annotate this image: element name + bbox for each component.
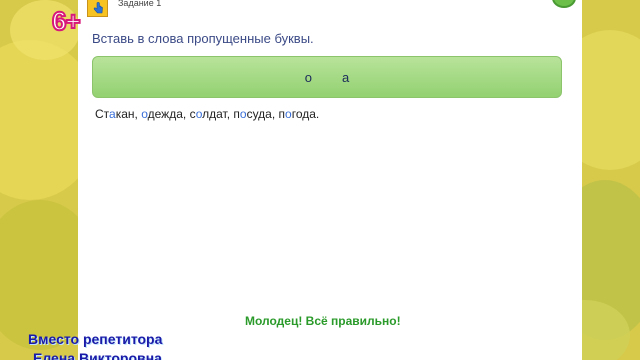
exercise-panel [78,0,582,360]
answer-sentence: Стакан, одежда, солдат, посуда, погода. [95,107,320,121]
word: одежда [141,107,183,121]
word: Стакан [95,107,135,121]
instruction-text: Вставь в слова пропущенные буквы. [92,31,314,46]
task-label: Задание 1 [118,0,162,8]
hand-pointer-icon [87,0,108,17]
word: солдат [189,107,227,121]
letter-option[interactable]: а [342,70,349,85]
letter-option[interactable]: о [305,70,312,85]
inserted-letter[interactable]: а [109,107,116,121]
success-message: Молодец! Всё правильно! [245,314,401,328]
age-badge: 6+ [51,5,82,37]
word: погода [278,107,316,121]
inserted-letter[interactable]: о [240,107,247,121]
watermark-line: Вместо репетитора [28,331,163,347]
inserted-letter[interactable]: о [285,107,292,121]
watermark-line: Елена Викторовна [33,350,162,360]
letter-bank: о а [92,56,562,98]
word: посуда [233,107,272,121]
